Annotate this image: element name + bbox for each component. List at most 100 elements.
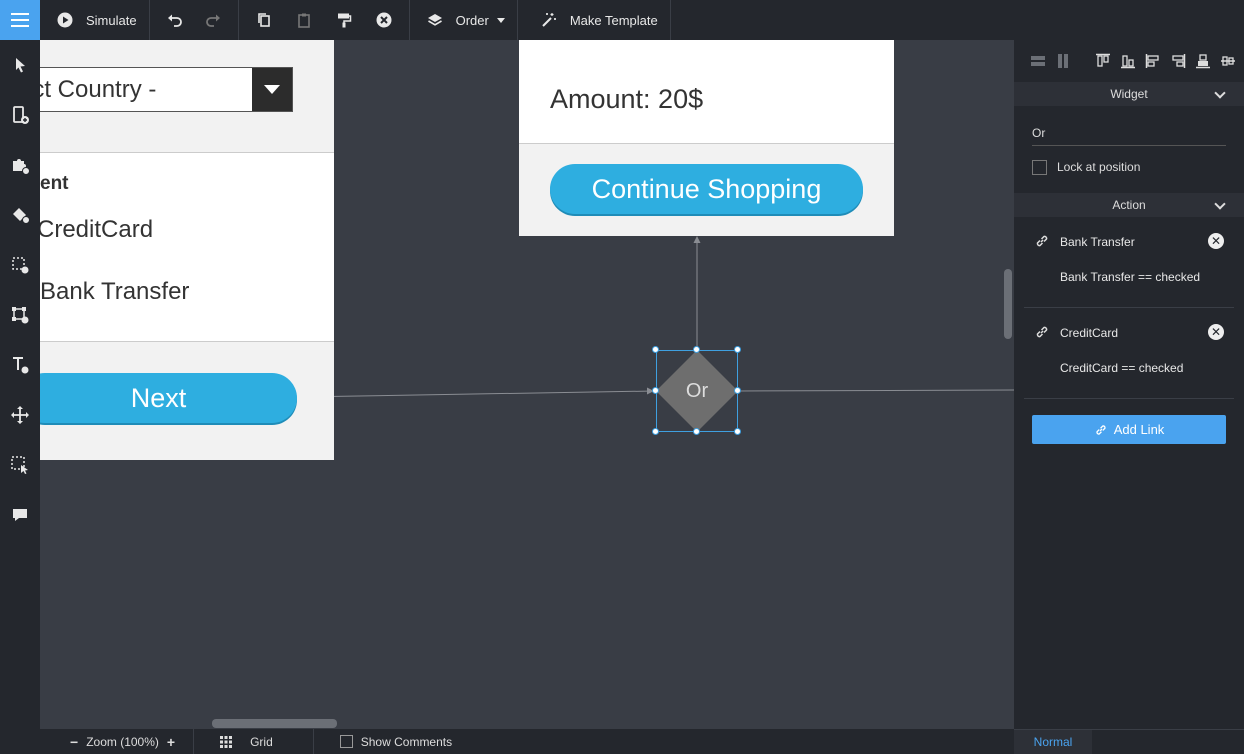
amount-area: Amount: 20$ [519,40,894,144]
confirmation-screen[interactable]: Amount: 20$ Continue Shopping [519,40,894,236]
amount-text: Amount: 20$ [550,84,704,114]
align-center-vertical-icon[interactable] [1195,53,1211,69]
zoom-control: − Zoom (100%) + [40,729,195,754]
creditcard-radio-label[interactable]: CreditCard [40,216,153,244]
link-condition[interactable]: Bank Transfer == checked [1060,270,1200,284]
add-shape-icon[interactable] [0,290,40,340]
mode-bar: Normal [1014,729,1244,754]
top-toolbar: Simulate Order Make Template [0,0,1244,40]
order-group: Order [410,0,518,40]
checkout-screen[interactable]: ect Country - ent CreditCard Bank Transf… [40,40,334,460]
edit-group [239,0,410,40]
bank-transfer-radio-label[interactable]: Bank Transfer [40,278,189,306]
horizontal-scrollbar[interactable] [212,719,337,728]
chevron-down-icon[interactable] [1214,198,1226,210]
resize-handle-n[interactable] [693,346,700,353]
distribute-horizontal-icon[interactable] [1055,53,1071,69]
magic-wand-icon [536,7,562,33]
zoom-label: Zoom (100%) [86,734,159,749]
link-icon [1036,235,1048,247]
vertical-scrollbar[interactable] [1004,269,1012,339]
redo-icon[interactable] [200,7,226,33]
next-button[interactable]: Next [40,373,297,423]
simulate-label: Simulate [86,12,137,28]
move-icon[interactable] [0,390,40,440]
link-target-name: Bank Transfer [1060,235,1135,249]
show-comments-checkbox[interactable] [339,735,353,748]
align-center-horizontal-icon[interactable] [1220,53,1236,69]
resize-handle-nw[interactable] [652,346,659,353]
align-left-icon[interactable] [1145,53,1161,69]
align-right-icon[interactable] [1170,53,1186,69]
show-comments-toggle[interactable]: Show Comments [314,729,470,754]
undo-icon[interactable] [162,7,188,33]
resize-handle-sw[interactable] [652,428,659,435]
pointer-icon[interactable] [0,40,40,90]
show-comments-label: Show Comments [360,734,453,749]
copy-icon[interactable] [251,7,277,33]
chevron-down-icon[interactable] [1214,87,1226,99]
status-bar: − Zoom (100%) + Grid Show Comments [40,729,1014,754]
country-select[interactable]: ect Country - [40,67,293,112]
order-button[interactable]: Order [422,0,505,40]
align-bottom-icon[interactable] [1120,53,1136,69]
add-screen-icon[interactable] [0,90,40,140]
format-painter-icon[interactable] [331,7,357,33]
layers-icon [422,7,448,33]
grid-icon [220,735,233,748]
make-template-button[interactable]: Make Template [536,0,658,40]
widget-header-label: Widget [1110,87,1148,101]
zoom-out-icon[interactable]: − [70,734,78,750]
paste-icon[interactable] [291,7,317,33]
remove-link-icon[interactable]: ✕ [1208,324,1224,340]
link-condition[interactable]: CreditCard == checked [1060,361,1183,375]
fill-bucket-icon[interactable] [0,190,40,240]
link-icon [1096,424,1106,435]
continue-shopping-button[interactable]: Continue Shopping [550,164,863,214]
lock-position-label: Lock at position [1057,160,1141,174]
resize-handle-e[interactable] [734,387,741,394]
or-condition-node[interactable]: Or [652,346,741,435]
grid-label: Grid [250,734,273,749]
add-text-icon[interactable] [0,340,40,390]
payment-section: ent CreditCard Bank Transfer [40,152,334,342]
resize-handle-se[interactable] [734,428,741,435]
action-section-header[interactable]: Action [1014,193,1244,217]
resize-handle-s[interactable] [693,428,700,435]
design-canvas[interactable]: ect Country - ent CreditCard Bank Transf… [40,40,1014,729]
comment-icon[interactable] [0,490,40,540]
action-header-label: Action [1112,198,1146,212]
resize-handle-ne[interactable] [734,346,741,353]
caret-down-icon [496,17,505,23]
link-item[interactable]: Bank Transfer ✕ Bank Transfer == checked [1024,217,1234,308]
lock-position-row[interactable]: Lock at position [1032,158,1226,176]
resize-handle-w[interactable] [652,387,659,394]
play-icon [52,7,78,33]
select-area-icon[interactable] [0,440,40,490]
grid-toggle[interactable]: Grid [194,729,314,754]
template-group: Make Template [518,0,671,40]
link-icon [1036,326,1048,338]
add-area-icon[interactable] [0,240,40,290]
simulate-group: Simulate [40,0,150,40]
simulate-button[interactable]: Simulate [52,0,137,40]
mode-normal-tab[interactable]: Normal [1014,729,1092,754]
distribute-vertical-icon[interactable] [1030,53,1046,69]
history-group [150,0,239,40]
hamburger-menu-icon[interactable] [0,0,40,40]
align-top-icon[interactable] [1095,53,1111,69]
select-dropdown-icon[interactable] [252,68,292,111]
link-item[interactable]: CreditCard ✕ CreditCard == checked [1024,308,1234,399]
zoom-in-icon[interactable]: + [167,734,175,750]
payment-heading: ent [40,173,69,194]
widget-name-input[interactable]: Or [1032,124,1226,146]
lock-position-checkbox[interactable] [1032,159,1047,175]
link-target-name: CreditCard [1060,326,1119,340]
widget-section-header[interactable]: Widget [1014,82,1244,106]
delete-icon[interactable] [371,7,397,33]
add-component-icon[interactable] [0,140,40,190]
add-link-button[interactable]: Add Link [1032,415,1226,444]
align-toolbar [1014,40,1244,82]
country-select-value: ect Country - [40,75,157,103]
remove-link-icon[interactable]: ✕ [1208,233,1224,249]
